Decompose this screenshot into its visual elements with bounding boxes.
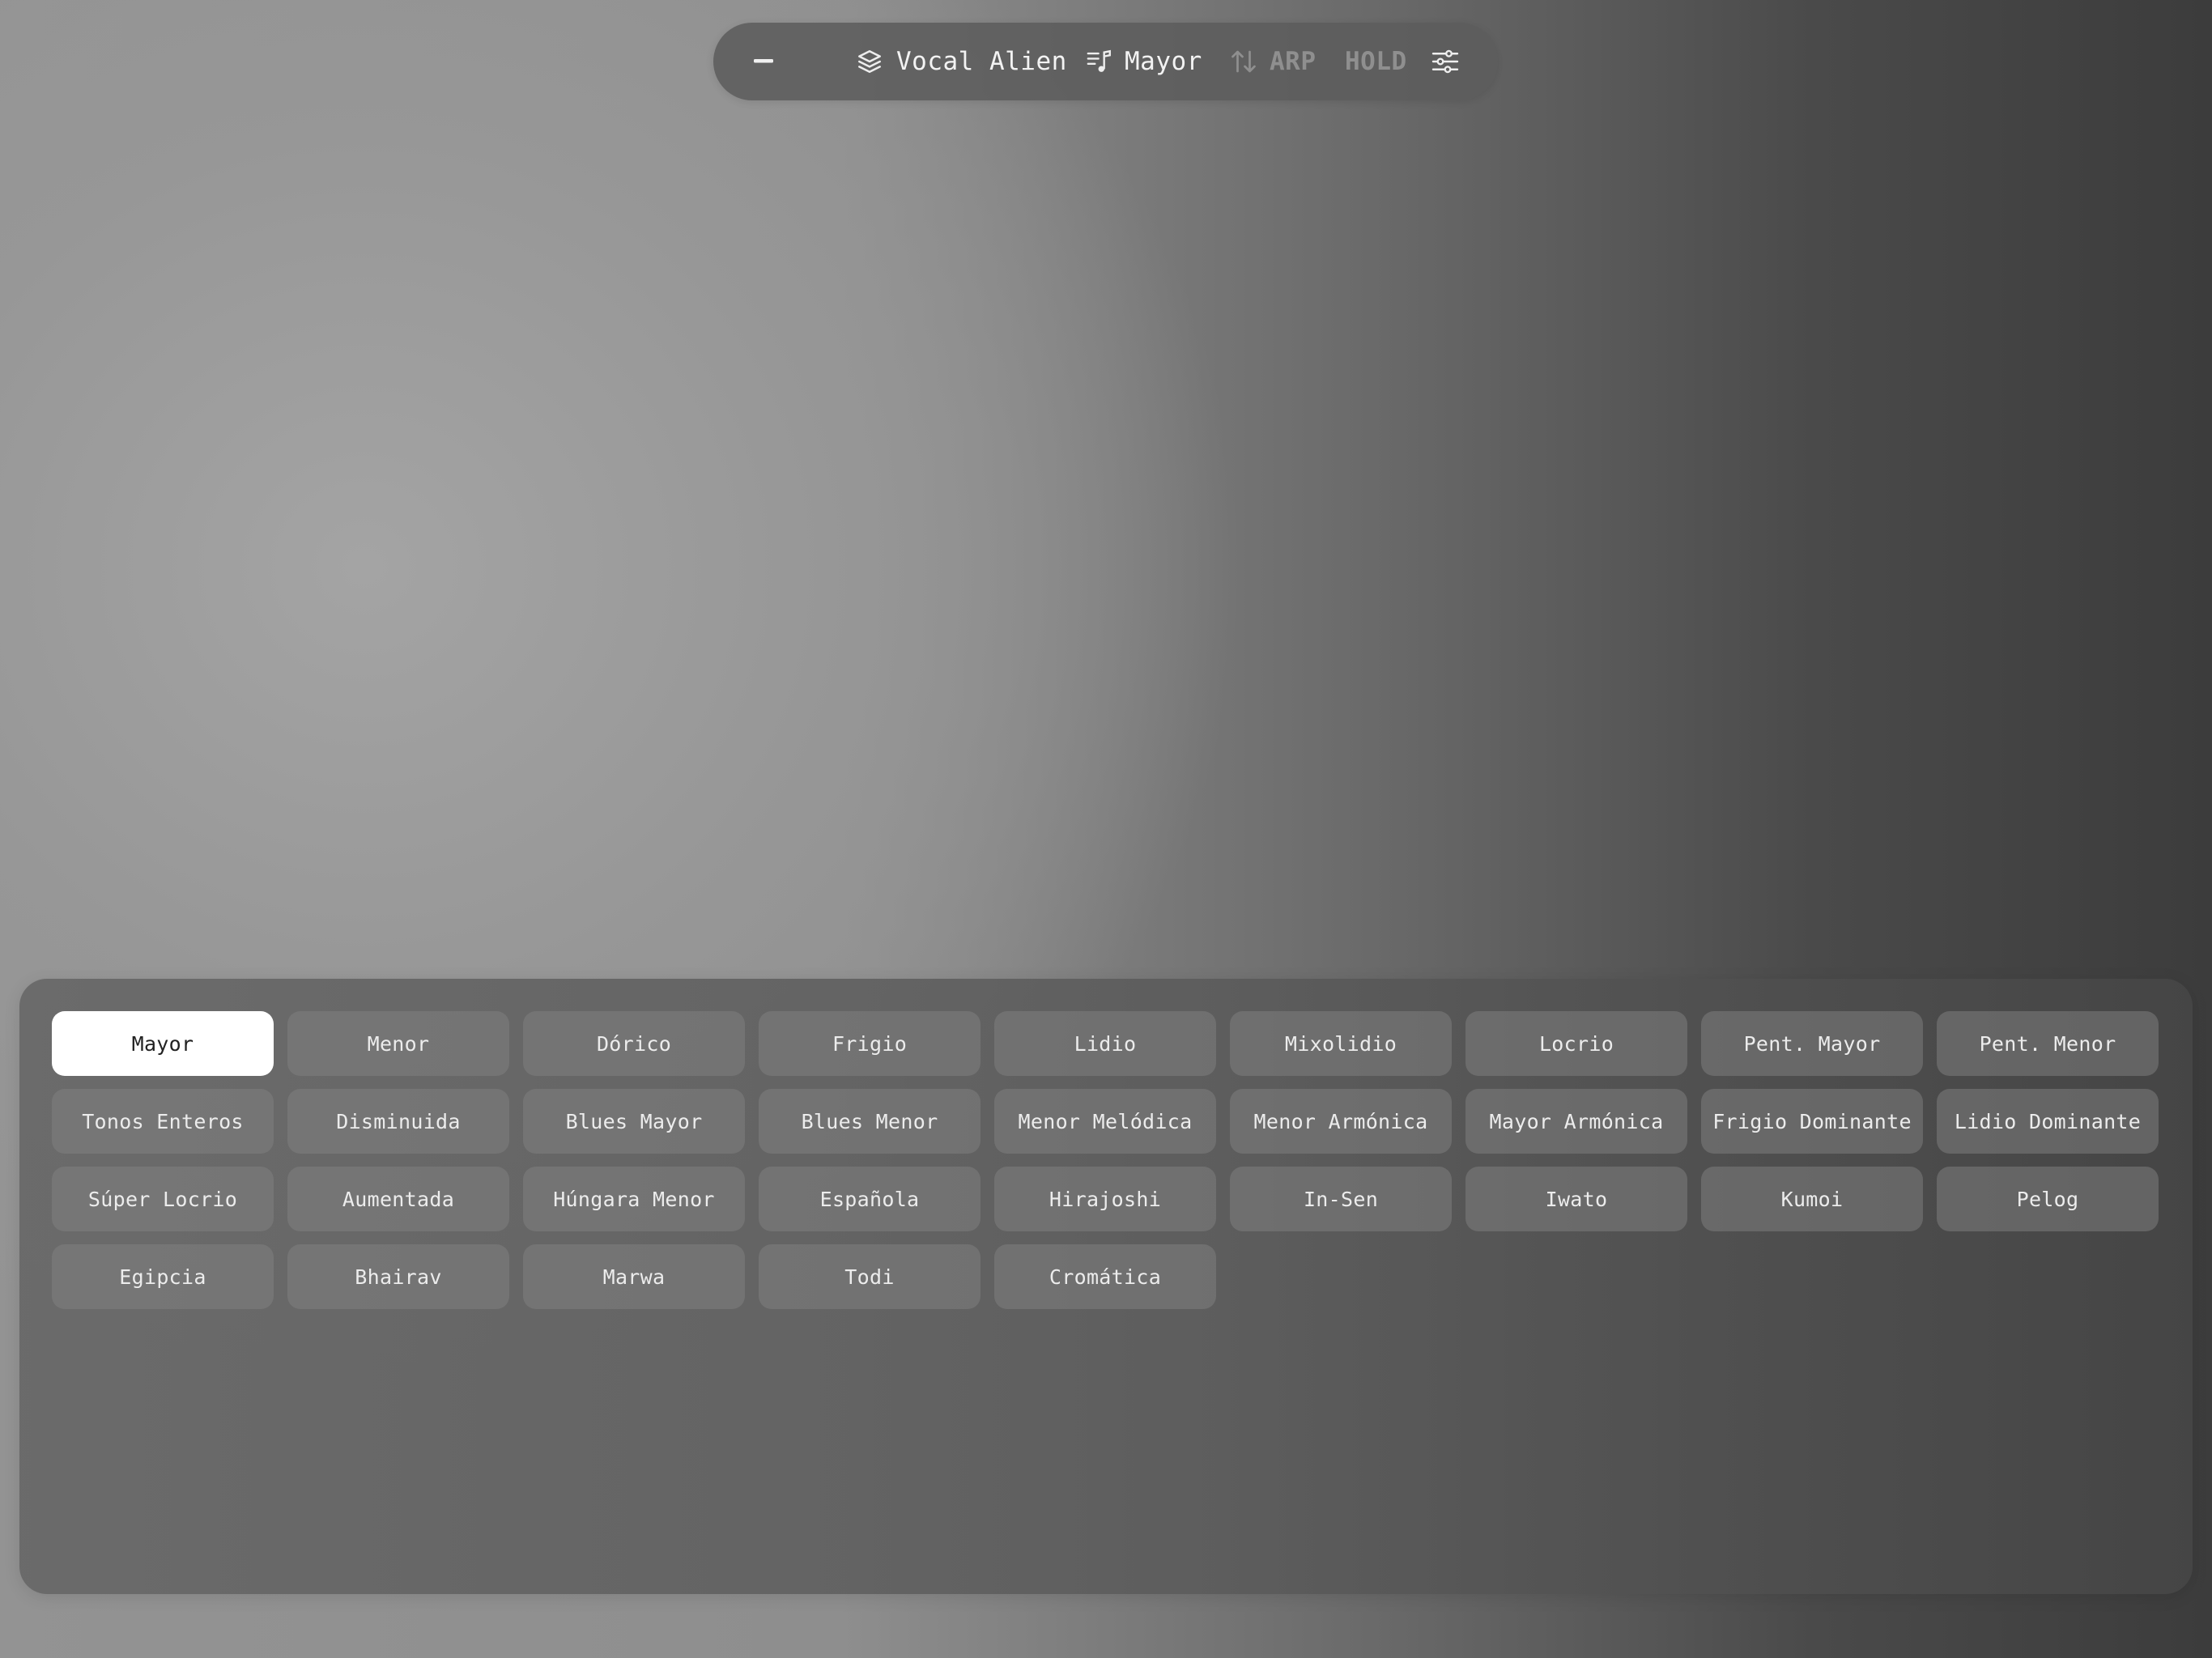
- layers-icon: [856, 48, 883, 75]
- scale-option-button[interactable]: Kumoi: [1701, 1167, 1923, 1231]
- hold-label: HOLD: [1345, 47, 1407, 76]
- scale-option-button[interactable]: Menor: [287, 1011, 509, 1076]
- settings-button[interactable]: [1431, 23, 1460, 100]
- scale-option-button[interactable]: Española: [759, 1167, 981, 1231]
- arrows-up-down-icon: [1229, 47, 1258, 76]
- scale-option-button[interactable]: Tonos Enteros: [52, 1089, 274, 1154]
- scale-option-button[interactable]: Lidio: [994, 1011, 1216, 1076]
- scale-option-button[interactable]: Hirajoshi: [994, 1167, 1216, 1231]
- scale-option-button[interactable]: Lidio Dominante: [1937, 1089, 2159, 1154]
- scale-option-button[interactable]: Disminuida: [287, 1089, 509, 1154]
- scale-option-button[interactable]: Pent. Mayor: [1701, 1011, 1923, 1076]
- scale-option-button[interactable]: Todi: [759, 1244, 981, 1309]
- scale-option-button[interactable]: Mayor Armónica: [1465, 1089, 1687, 1154]
- scale-option-button[interactable]: Pelog: [1937, 1167, 2159, 1231]
- music-list-icon: [1086, 48, 1113, 75]
- scale-selector[interactable]: Mayor: [1086, 23, 1202, 100]
- arp-toggle[interactable]: ARP: [1229, 23, 1317, 100]
- scale-option-button[interactable]: Menor Armónica: [1230, 1089, 1452, 1154]
- scale-option-button[interactable]: Húngara Menor: [523, 1167, 745, 1231]
- preset-selector[interactable]: Vocal Alien: [856, 23, 1067, 100]
- scale-panel: Mayor Menor Dórico Frigio Lidio Mixolidio Locr…: [19, 979, 2193, 1594]
- scale-option-button[interactable]: Dórico: [523, 1011, 745, 1076]
- scale-option-button[interactable]: Cromática: [994, 1244, 1216, 1309]
- scale-option-button[interactable]: Iwato: [1465, 1167, 1687, 1231]
- sliders-icon: [1431, 47, 1460, 76]
- scale-option-button[interactable]: Aumentada: [287, 1167, 509, 1231]
- scale-option-button[interactable]: Frigio Dominante: [1701, 1089, 1923, 1154]
- scale-grid: Mayor Menor Dórico Frigio Lidio Mixolidio Locr…: [52, 1011, 2159, 1309]
- scale-option-button[interactable]: Egipcia: [52, 1244, 274, 1309]
- scale-label: Mayor: [1125, 47, 1202, 76]
- scale-option-button[interactable]: Blues Menor: [759, 1089, 981, 1154]
- scale-option-button[interactable]: Marwa: [523, 1244, 745, 1309]
- scale-option-button[interactable]: Mayor: [52, 1011, 274, 1076]
- top-toolbar: Vocal Alien Mayor ARP HOLD: [713, 23, 1498, 100]
- arp-label: ARP: [1270, 47, 1317, 76]
- scale-option-button[interactable]: Súper Locrio: [52, 1167, 274, 1231]
- scale-option-button[interactable]: In-Sen: [1230, 1167, 1452, 1231]
- scale-option-button[interactable]: Mixolidio: [1230, 1011, 1452, 1076]
- scale-option-button[interactable]: Frigio: [759, 1011, 981, 1076]
- hold-toggle[interactable]: HOLD: [1345, 23, 1407, 100]
- preset-label: Vocal Alien: [896, 47, 1067, 76]
- scale-option-button[interactable]: Pent. Menor: [1937, 1011, 2159, 1076]
- scale-option-button[interactable]: Bhairav: [287, 1244, 509, 1309]
- scale-option-button[interactable]: Blues Mayor: [523, 1089, 745, 1154]
- minimize-button[interactable]: [747, 23, 780, 100]
- scale-option-button[interactable]: Locrio: [1465, 1011, 1687, 1076]
- scale-option-button[interactable]: Menor Melódica: [994, 1089, 1216, 1154]
- minus-icon: [754, 59, 773, 64]
